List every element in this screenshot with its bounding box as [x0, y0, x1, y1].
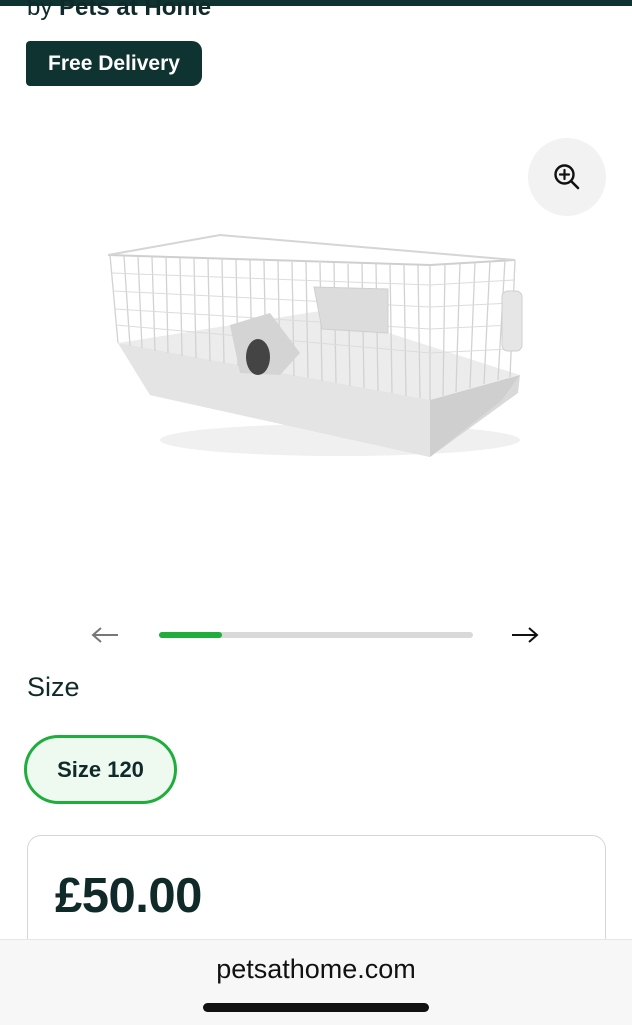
- url-bar[interactable]: petsathome.com: [0, 954, 632, 985]
- browser-bottom-bar: petsathome.com: [0, 939, 632, 1025]
- gallery-progress-bar: [159, 632, 473, 638]
- arrow-right-icon: [512, 627, 539, 643]
- carousel-next-button[interactable]: [508, 620, 542, 650]
- product-image[interactable]: [100, 225, 540, 465]
- by-text: by: [27, 0, 53, 21]
- arrow-left-icon: [91, 627, 118, 643]
- free-delivery-badge: Free Delivery: [26, 41, 202, 86]
- brand-link[interactable]: Pets at Home: [59, 0, 211, 21]
- carousel-prev-button[interactable]: [88, 620, 122, 650]
- brand-line: by Pets at Home: [27, 0, 211, 22]
- size-heading: Size: [27, 672, 80, 702]
- cage-illustration: [107, 233, 523, 457]
- gallery-progress-fill: [159, 632, 222, 638]
- zoom-button[interactable]: [528, 138, 606, 216]
- price-value: £50.00: [55, 869, 202, 923]
- size-option-120[interactable]: Size 120: [24, 735, 177, 804]
- home-indicator[interactable]: [203, 1003, 429, 1012]
- zoom-in-icon: [554, 164, 580, 190]
